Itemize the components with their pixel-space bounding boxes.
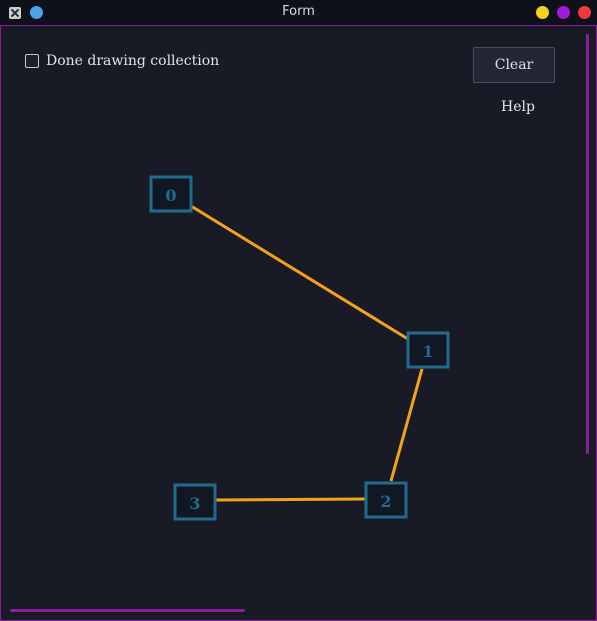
graph-node-0[interactable]: 0 [149, 175, 193, 213]
maximize-button[interactable] [557, 6, 570, 19]
graph-node-label: 0 [165, 186, 176, 205]
window-title: Form [282, 4, 315, 19]
graph-canvas[interactable]: 0 1 2 3 [1, 26, 596, 620]
graph-node-1[interactable]: 1 [406, 331, 450, 369]
graph-edge [214, 497, 366, 502]
graph-edge [190, 204, 409, 341]
horizontal-scrollbar[interactable] [10, 609, 245, 612]
vertical-scrollbar[interactable] [586, 34, 589, 454]
close-button[interactable] [578, 6, 591, 19]
done-drawing-checkbox-label[interactable]: Done drawing collection [46, 53, 219, 69]
minimize-button[interactable] [536, 6, 549, 19]
help-link[interactable]: Help [473, 99, 563, 115]
clear-button[interactable]: Clear [473, 47, 555, 83]
graph-node-label: 1 [422, 342, 433, 361]
graph-node-2[interactable]: 2 [364, 481, 408, 519]
graph-node-label: 2 [380, 492, 391, 511]
done-drawing-checkbox[interactable] [25, 54, 39, 68]
form-client-area: 0 1 2 3 Done drawing collection Clear He… [0, 25, 597, 621]
graph-node-label: 3 [189, 494, 200, 513]
title-bar: Form [0, 0, 597, 25]
app-window: Form 0 1 2 3 Done drawing collection Cle… [0, 0, 597, 621]
clear-button-label: Clear [494, 57, 534, 73]
graph-node-3[interactable]: 3 [173, 483, 217, 521]
graph-edge [389, 368, 424, 482]
done-drawing-checkbox-row[interactable]: Done drawing collection [25, 51, 219, 71]
